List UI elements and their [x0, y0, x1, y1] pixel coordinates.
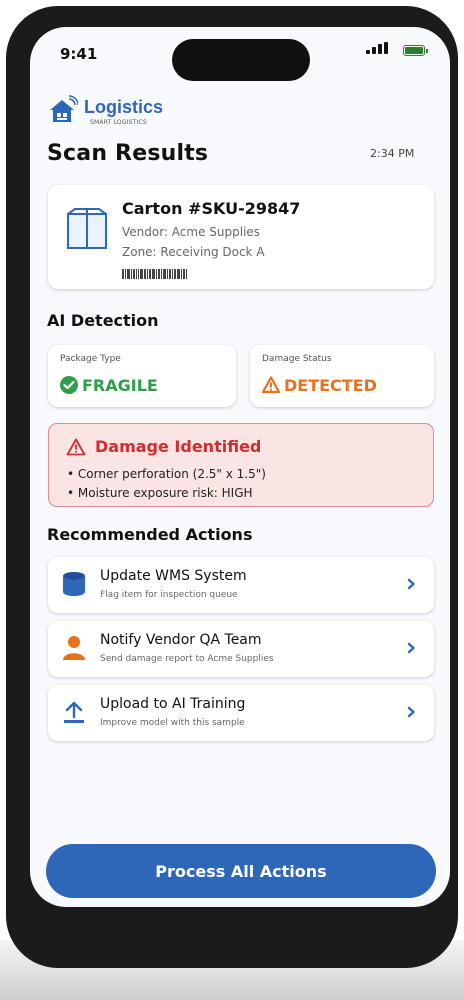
ai-detection-heading: AI Detection — [47, 311, 159, 330]
barcode — [122, 269, 208, 279]
damage-item: • Corner perforation (2.5" x 1.5") — [67, 467, 266, 481]
warning-icon — [262, 376, 280, 394]
damage-status-value: DETECTED — [284, 376, 377, 395]
package-type-card: Package Type FRAGILE — [48, 345, 236, 407]
brand-tagline: SMART LOGISTICS — [90, 119, 147, 126]
package-type-value: FRAGILE — [82, 376, 158, 395]
brand-name: Logistics — [84, 97, 164, 117]
box-icon — [67, 208, 107, 249]
person-icon — [63, 636, 85, 660]
action-subtitle: Send damage report to Acme Supplies — [100, 654, 274, 664]
carton-card[interactable]: Carton #SKU-29847 Vendor: Acme Supplies … — [48, 185, 434, 289]
battery-icon — [403, 45, 428, 56]
damage-status-card: Damage Status DETECTED — [250, 345, 434, 407]
package-type-label: Package Type — [60, 354, 121, 364]
upload-icon — [64, 701, 84, 723]
action-upload-training[interactable]: Upload to AI Training Improve model with… — [48, 685, 434, 741]
recommended-actions-heading: Recommended Actions — [47, 525, 253, 544]
check-circle-icon — [60, 376, 78, 394]
damage-status-label: Damage Status — [262, 354, 332, 364]
action-title: Upload to AI Training — [100, 696, 246, 712]
damage-title: Damage Identified — [95, 437, 262, 456]
action-title: Notify Vendor QA Team — [100, 632, 262, 648]
status-time: 9:41 — [60, 45, 98, 63]
damage-alert: Damage Identified • Corner perforation (… — [48, 423, 434, 507]
action-subtitle: Improve model with this sample — [100, 718, 245, 728]
carton-vendor: Vendor: Acme Supplies — [122, 225, 261, 239]
process-all-actions-button[interactable]: Process All Actions — [46, 844, 436, 898]
action-notify-vendor[interactable]: Notify Vendor QA Team Send damage report… — [48, 621, 434, 677]
chevron-right-icon — [407, 706, 415, 718]
action-title: Update WMS System — [100, 568, 247, 584]
chevron-right-icon — [407, 642, 415, 654]
camera-notch — [172, 39, 310, 81]
carton-zone: Zone: Receiving Dock A — [122, 245, 265, 259]
house-wifi-icon — [50, 95, 78, 122]
database-icon — [63, 572, 85, 596]
damage-item: • Moisture exposure risk: HIGH — [67, 486, 253, 500]
carton-title: Carton #SKU-29847 — [122, 199, 301, 218]
app-screen: 9:41 Logistics SMART LOGISTICS Scan Resu… — [30, 27, 450, 907]
action-subtitle: Flag item for inspection queue — [100, 590, 238, 600]
scan-timestamp: 2:34 PM — [370, 147, 415, 160]
action-update-wms[interactable]: Update WMS System Flag item for inspecti… — [48, 557, 434, 613]
alert-triangle-icon — [66, 438, 86, 456]
phone-frame: 9:41 Logistics SMART LOGISTICS Scan Resu… — [6, 6, 458, 968]
signal-icon — [366, 42, 388, 54]
chevron-right-icon — [407, 578, 415, 590]
page-title: Scan Results — [47, 141, 209, 166]
